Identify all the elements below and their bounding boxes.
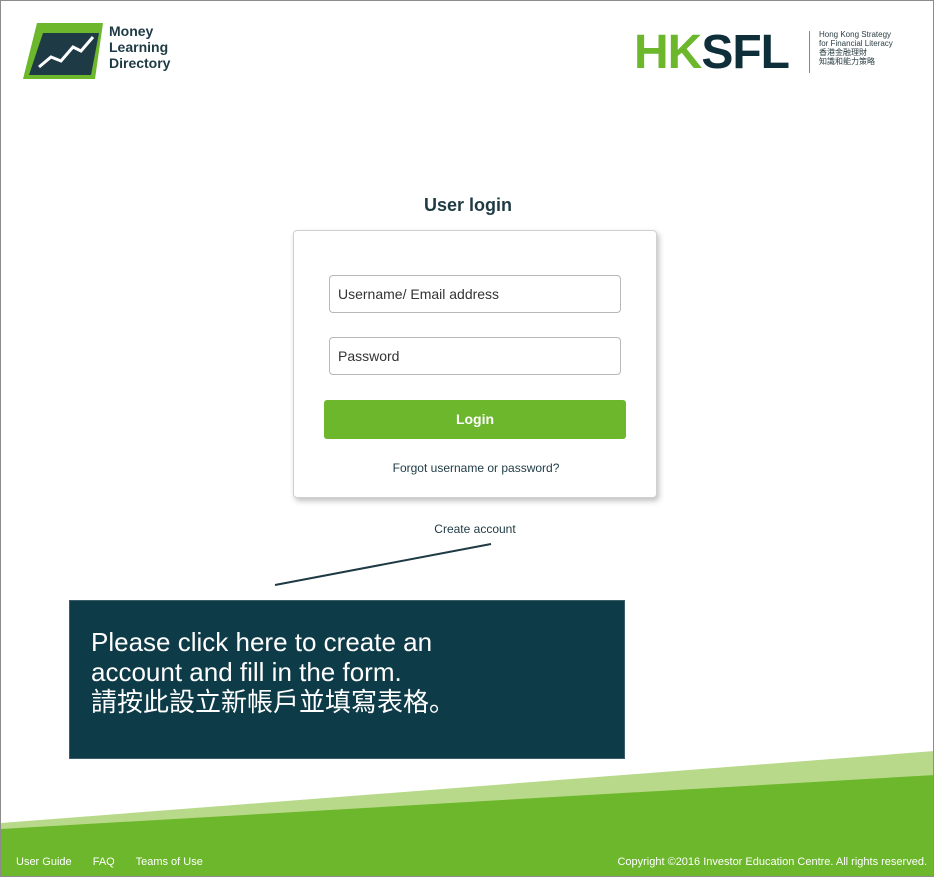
folder-chart-icon <box>23 23 103 79</box>
hksfl-logo[interactable]: HKSFL Hong Kong Strategy for Financial L… <box>634 25 933 85</box>
page-frame: Money Learning Directory HKSFL Hong Kong… <box>0 0 934 877</box>
hksfl-wordmark-navy: SFL <box>701 26 790 79</box>
tagline-line-3: 香港金融理財 <box>819 48 867 57</box>
hksfl-wordmark: HKSFL <box>634 26 790 79</box>
brand-name: Money Learning Directory <box>109 23 170 71</box>
hksfl-divider <box>809 31 810 73</box>
hksfl-tagline: Hong Kong Strategy for Financial Literac… <box>819 30 893 66</box>
forgot-password-link[interactable]: Forgot username or password? <box>294 461 658 475</box>
brand-line-3: Directory <box>109 55 171 71</box>
tagline-line-1: Hong Kong Strategy <box>819 30 892 39</box>
callout-line-3: 請按此設立新帳戶並填寫表格。 <box>91 687 456 717</box>
tagline-line-2: for Financial Literacy <box>819 39 893 48</box>
username-field[interactable]: Username/ Email address <box>329 275 621 313</box>
faq-link[interactable]: FAQ <box>93 856 115 868</box>
user-guide-link[interactable]: User Guide <box>16 856 72 868</box>
money-learning-directory-logo[interactable]: Money Learning Directory <box>23 19 203 89</box>
callout-line-1: Please click here to create an <box>91 627 433 657</box>
create-account-link[interactable]: Create account <box>293 522 657 536</box>
footer-links: User Guide FAQ Teams of Use <box>16 856 221 868</box>
tagline-line-4: 知識和能力策略 <box>819 57 875 66</box>
login-button[interactable]: Login <box>324 400 626 439</box>
page-title: User login <box>423 195 512 215</box>
brand-line-2: Learning <box>109 39 169 55</box>
login-card: Username/ Email address Password Login F… <box>293 230 657 498</box>
terms-of-use-link[interactable]: Teams of Use <box>136 856 203 868</box>
callout-line-2: account and fill in the form. <box>91 657 402 687</box>
hksfl-wordmark-green: HK <box>634 26 702 79</box>
password-field[interactable]: Password <box>329 337 621 375</box>
copyright-text: Copyright ©2016 Investor Education Centr… <box>617 856 927 868</box>
instruction-callout: Please click here to create an account a… <box>69 600 625 759</box>
brand-line-1: Money <box>109 23 154 39</box>
